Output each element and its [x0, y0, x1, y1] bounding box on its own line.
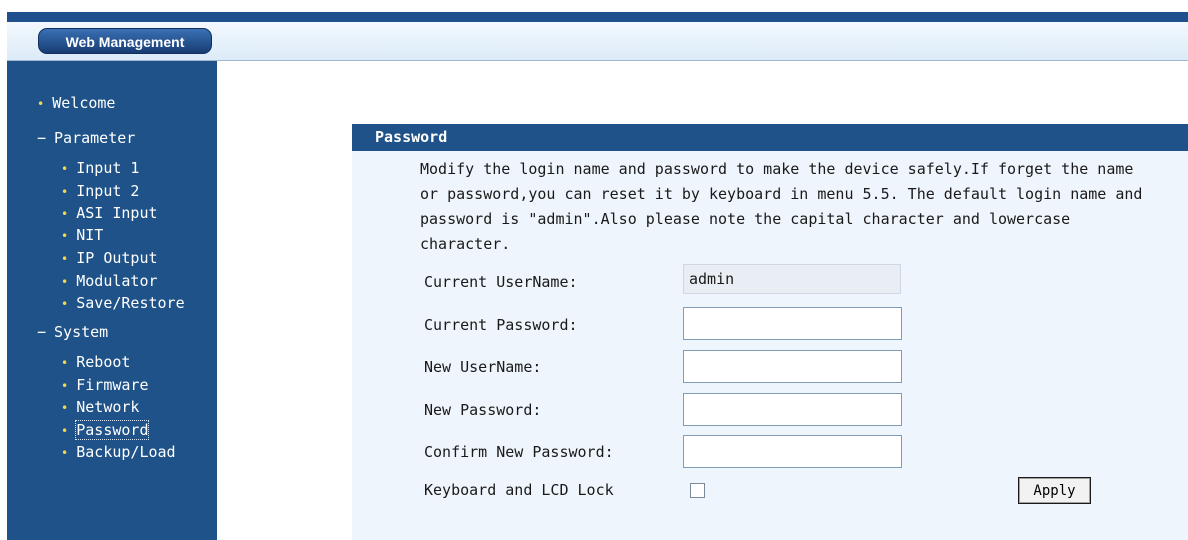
sidebar-item-label: Input 2	[76, 182, 140, 200]
sidebar-item-label: Firmware	[76, 376, 149, 394]
sidebar-item-label: NIT	[76, 226, 104, 244]
sidebar-item-label: ASI Input	[76, 204, 158, 222]
new-username-label: New UserName:	[424, 358, 542, 376]
new-password-input[interactable]	[683, 393, 902, 426]
app-title-tab[interactable]: Web Management	[38, 28, 212, 54]
current-password-label: Current Password:	[424, 316, 578, 334]
sidebar-item-label: Network	[76, 398, 140, 416]
bullet-icon: •	[61, 185, 69, 199]
sidebar-group-parameter[interactable]: − Parameter	[37, 128, 135, 148]
sidebar-item-input-2[interactable]: • Input 2	[61, 181, 139, 202]
bullet-icon: •	[61, 229, 69, 243]
panel-description: Modify the login name and password to ma…	[420, 160, 1143, 253]
sidebar-item-nit[interactable]: • NIT	[61, 225, 103, 246]
sidebar-item-label: IP Output	[76, 249, 158, 267]
sidebar-item-save-restore[interactable]: • Save/Restore	[61, 293, 185, 314]
sidebar-item-asi-input[interactable]: • ASI Input	[61, 203, 158, 224]
bullet-icon: •	[61, 424, 69, 438]
sidebar-item-label: Backup/Load	[76, 443, 176, 461]
sidebar-item-modulator[interactable]: • Modulator	[61, 271, 158, 292]
bullet-icon: •	[61, 356, 69, 370]
bullet-icon: •	[61, 207, 69, 221]
sidebar-item-label: Input 1	[76, 159, 140, 177]
bullet-icon: •	[61, 446, 69, 460]
confirm-password-input[interactable]	[683, 435, 902, 468]
bullet-icon: •	[61, 297, 69, 311]
sidebar-item-network[interactable]: • Network	[61, 397, 139, 418]
sidebar-item-firmware[interactable]: • Firmware	[61, 375, 148, 396]
top-stripe	[7, 12, 1188, 22]
new-password-label: New Password:	[424, 401, 542, 419]
apply-button[interactable]: Apply	[1018, 477, 1091, 504]
new-username-input[interactable]	[683, 350, 902, 383]
bullet-icon: •	[61, 401, 69, 415]
sidebar-item-backup-load[interactable]: • Backup/Load	[61, 442, 176, 463]
sidebar-item-reboot[interactable]: • Reboot	[61, 352, 130, 373]
sidebar-item-label: Reboot	[76, 353, 131, 371]
bullet-icon: •	[61, 162, 69, 176]
sidebar-group-system[interactable]: − System	[37, 322, 108, 342]
sidebar-item-label: Welcome	[52, 94, 116, 112]
bullet-icon: •	[61, 379, 69, 393]
sidebar-item-label: Modulator	[76, 272, 158, 290]
bullet-icon: •	[61, 275, 69, 289]
sidebar-item-input-1[interactable]: • Input 1	[61, 158, 139, 179]
current-password-input[interactable]	[683, 307, 902, 340]
bullet-icon: •	[61, 252, 69, 266]
current-username-value: admin	[683, 264, 901, 294]
sidebar-item-label: System	[54, 323, 109, 341]
sidebar-item-label: Parameter	[54, 129, 136, 147]
sidebar-item-password[interactable]: • Password	[61, 420, 150, 441]
confirm-password-label: Confirm New Password:	[424, 443, 614, 461]
sidebar-item-label: Save/Restore	[76, 294, 185, 312]
collapse-dash-icon: −	[37, 129, 47, 147]
current-username-label: Current UserName:	[424, 273, 578, 291]
sidebar-nav: • Welcome − Parameter • Input 1 • Input 2 • ASI I…	[7, 61, 217, 540]
keyboard-lcd-lock-checkbox[interactable]	[690, 483, 705, 498]
sidebar-item-label: Password	[75, 420, 150, 440]
sidebar-item-ip-output[interactable]: • IP Output	[61, 248, 158, 269]
sidebar-item-welcome[interactable]: • Welcome	[37, 93, 115, 114]
sidebar: • Welcome − Parameter • Input 1 • Input 2 • ASI I…	[7, 61, 217, 540]
bullet-icon: •	[37, 97, 45, 111]
panel-title: Password	[352, 124, 1188, 151]
lock-label: Keyboard and LCD Lock	[424, 481, 614, 499]
collapse-dash-icon: −	[37, 323, 47, 341]
